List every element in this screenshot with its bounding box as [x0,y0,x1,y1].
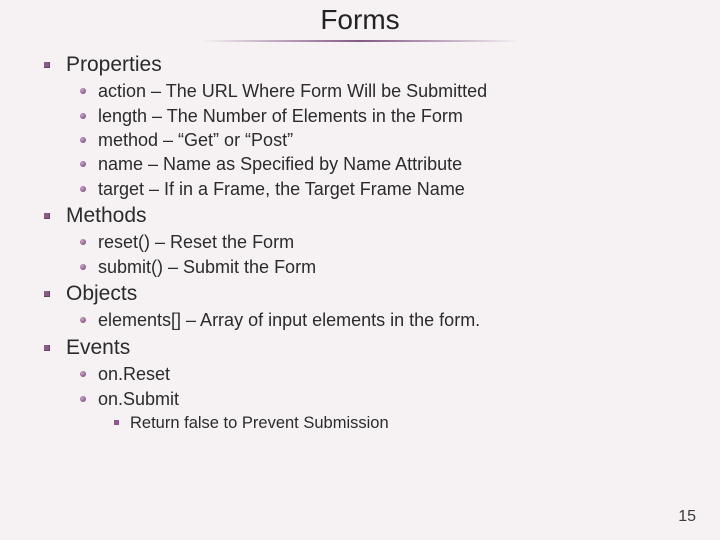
section-items-methods: reset() – Reset the Form submit() – Subm… [66,231,688,279]
section-items-events: on.Reset on.Submit Return false to Preve… [66,363,688,434]
list-item: reset() – Reset the Form [98,231,688,254]
section-subitems-events: Return false to Prevent Submission [98,412,688,434]
title-underline [200,40,520,42]
slide: Forms Properties action – The URL Where … [0,0,720,540]
list-item: elements[] – Array of input elements in … [98,309,688,332]
section-heading-events: Events [66,335,688,361]
list-subitem: Return false to Prevent Submission [130,412,688,434]
slide-title: Forms [32,4,688,36]
section-heading-objects: Objects [66,281,688,307]
list-item: on.Submit [98,388,688,411]
list-item: on.Reset [98,363,688,386]
list-item: submit() – Submit the Form [98,256,688,279]
section-items-objects: elements[] – Array of input elements in … [66,309,688,332]
list-item: name – Name as Specified by Name Attribu… [98,153,688,176]
slide-content: Properties action – The URL Where Form W… [32,52,688,434]
section-items-properties: action – The URL Where Form Will be Subm… [66,80,688,201]
page-number: 15 [678,508,696,526]
section-heading-properties: Properties [66,52,688,78]
list-item: target – If in a Frame, the Target Frame… [98,178,688,201]
list-item: method – “Get” or “Post” [98,129,688,152]
list-item: action – The URL Where Form Will be Subm… [98,80,688,103]
list-item: length – The Number of Elements in the F… [98,105,688,128]
section-heading-methods: Methods [66,203,688,229]
